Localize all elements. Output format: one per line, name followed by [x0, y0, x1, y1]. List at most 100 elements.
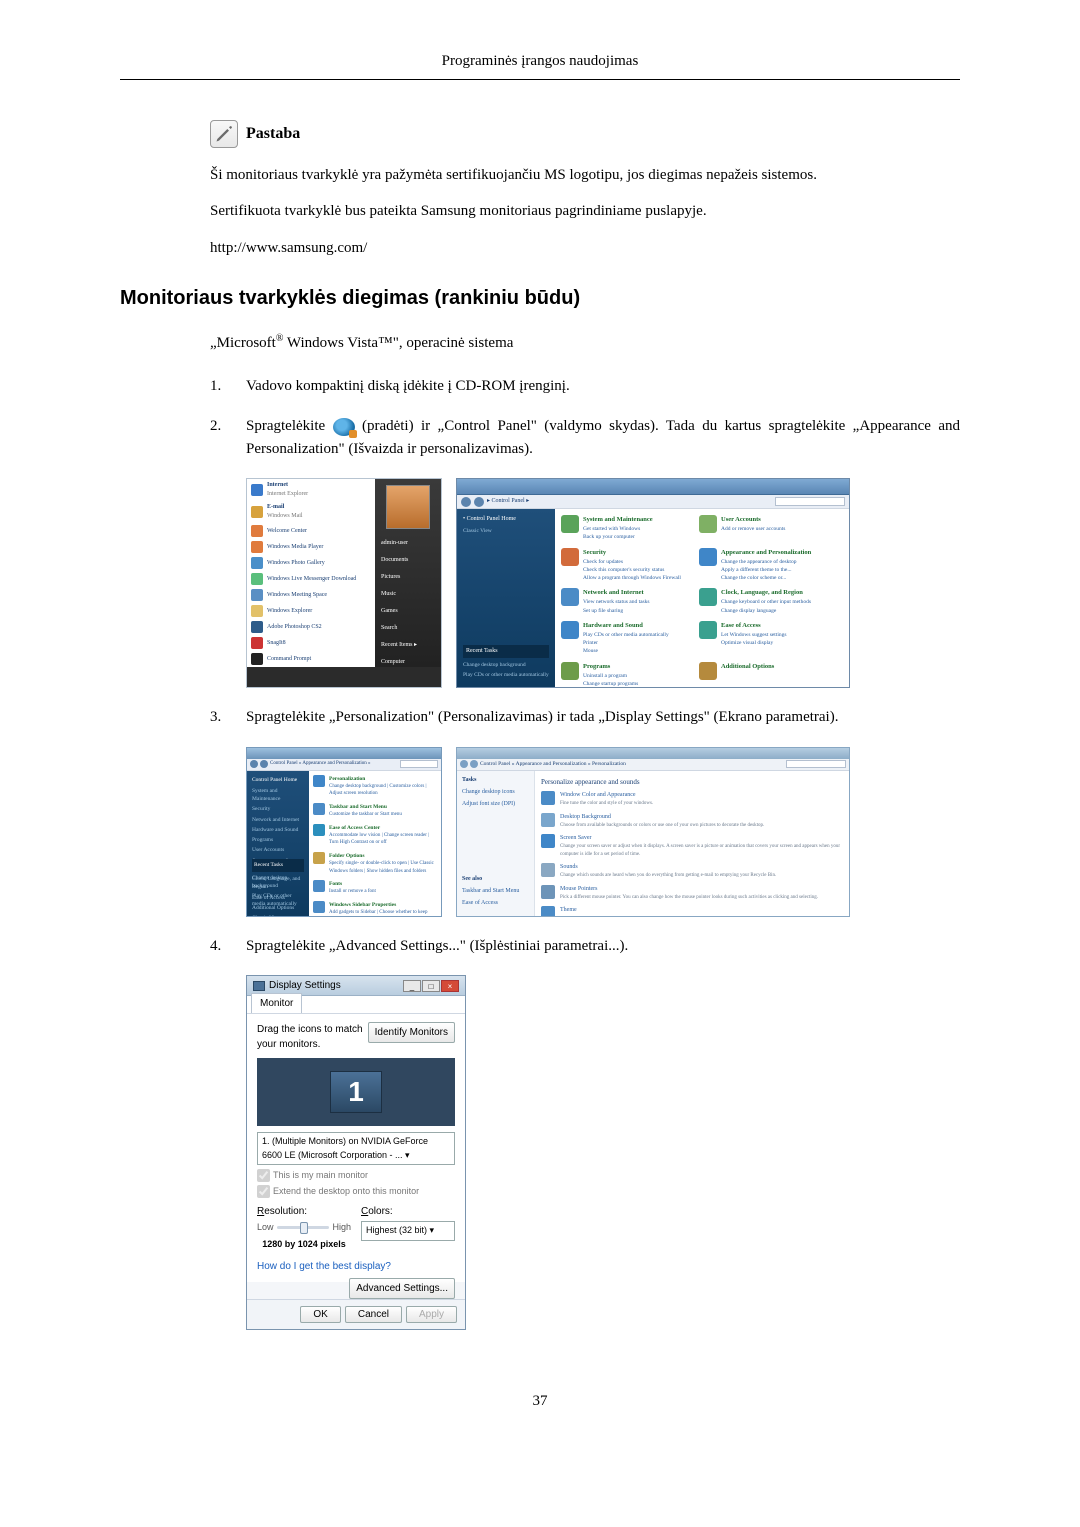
cp-cat-title[interactable]: User Accounts: [721, 516, 761, 523]
cp-category-9[interactable]: Additional Options: [699, 662, 829, 689]
cp-cat-sublink[interactable]: Check for updates: [583, 558, 681, 566]
ap-item-title[interactable]: Fonts: [329, 881, 342, 887]
pr-item-title[interactable]: Sounds: [560, 864, 578, 870]
ds-resolution-slider[interactable]: Low High: [257, 1221, 351, 1235]
start-item-internet[interactable]: InternetInternet Explorer: [247, 479, 377, 501]
cp-cat-title[interactable]: Ease of Access: [721, 622, 761, 629]
pr-item-0[interactable]: Window Color and AppearanceFine tune the…: [541, 791, 843, 808]
cp-cat-sublink[interactable]: Change startup programs: [583, 680, 638, 688]
ap-item-sub[interactable]: Install or remove a font: [329, 888, 376, 896]
cp-category-1[interactable]: User AccountsAdd or remove user accounts: [699, 515, 829, 542]
ap-item-3[interactable]: Folder OptionsSpecify single- or double-…: [313, 852, 437, 875]
ap-side-item-0[interactable]: System and Maintenance: [252, 787, 304, 804]
ap-side-item-2[interactable]: Network and Internet: [252, 816, 304, 824]
cp-nav-fwd-icon[interactable]: [474, 497, 484, 507]
ap-item-2[interactable]: Ease of Access CenterAccommodate low vis…: [313, 824, 437, 847]
pr-item-5[interactable]: ThemeChange the theme. Themes can change…: [541, 906, 843, 917]
cp-cat-sublink[interactable]: Optimize visual display: [721, 639, 787, 647]
pr-see-taskbar[interactable]: Taskbar and Start Menu: [462, 887, 529, 896]
ap-side-item-3[interactable]: Hardware and Sound: [252, 826, 304, 834]
cp-cat-sublink[interactable]: Change the appearance of desktop: [721, 558, 811, 566]
ds-monitor-1[interactable]: 1: [330, 1071, 382, 1113]
cp-cat-sublink[interactable]: Change keyboard or other input methods: [721, 598, 811, 606]
cp-category-8[interactable]: Programs Uninstall a programChange startu…: [561, 662, 691, 689]
cp-cat-title[interactable]: System and Maintenance: [583, 516, 653, 523]
cp-category-5[interactable]: Clock, Language, and Region Change keyboa…: [699, 588, 829, 615]
cp-cat-sublink[interactable]: Change the color scheme or...: [721, 574, 811, 582]
cp-cat-sublink[interactable]: Allow a program through Windows Firewall: [583, 574, 681, 582]
ap-item-title[interactable]: Ease of Access Center: [329, 825, 380, 831]
pr-item-title[interactable]: Window Color and Appearance: [560, 792, 636, 798]
ap-item-title[interactable]: Windows Sidebar Properties: [329, 902, 396, 908]
ap-address-bar[interactable]: Control Panel » Appearance and Personali…: [247, 759, 441, 771]
cp-cat-title[interactable]: Additional Options: [721, 663, 774, 670]
pr-nav-fwd-icon[interactable]: [470, 760, 478, 768]
ap-search-input[interactable]: [400, 760, 438, 768]
ap-side-item-10[interactable]: Classic View: [252, 914, 304, 917]
cp-address-bar[interactable]: ▸ Control Panel ▸: [457, 495, 849, 509]
cp-category-4[interactable]: Network and Internet View network status …: [561, 588, 691, 615]
ds-minimize-button[interactable]: _: [403, 980, 421, 992]
pr-breadcrumb[interactable]: Control Panel » Appearance and Personali…: [480, 760, 626, 768]
cp-cat-sublink[interactable]: Get started with Windows: [583, 525, 653, 533]
ap-side-item-4[interactable]: Programs: [252, 836, 304, 844]
cp-cat-title[interactable]: Network and Internet: [583, 589, 644, 596]
ap-item-title[interactable]: Personalization: [329, 776, 365, 782]
pr-item-title[interactable]: Desktop Background: [560, 814, 611, 820]
start-user-name[interactable]: admin-user: [375, 535, 441, 552]
ap-item-sub[interactable]: Add gadgets to Sidebar | Choose whether …: [329, 909, 437, 917]
cp-cat-sublink[interactable]: Back up your computer: [583, 533, 653, 541]
ds-slider-thumb[interactable]: [300, 1222, 308, 1234]
cp-cat-sublink[interactable]: Uninstall a program: [583, 672, 638, 680]
cp-cat-sublink[interactable]: Let Windows suggest settings: [721, 631, 787, 639]
pr-address-bar[interactable]: Control Panel » Appearance and Personali…: [457, 759, 849, 771]
start-item-explorer[interactable]: Windows Explorer: [247, 603, 377, 619]
ap-recent-2[interactable]: Play CDs or other media automatically: [252, 892, 304, 909]
ds-identify-monitors-button[interactable]: Identify Monitors: [368, 1022, 455, 1043]
start-item-photo[interactable]: Windows Photo Gallery: [247, 555, 377, 571]
pr-item-2[interactable]: Screen SaverChange your screen saver or …: [541, 834, 843, 858]
ap-item-sub[interactable]: Specify single- or double-click to open …: [329, 860, 437, 875]
start-right-games[interactable]: Games: [375, 603, 441, 620]
cp-cat-title[interactable]: Programs: [583, 663, 610, 670]
cp-side-classic[interactable]: Classic View: [463, 527, 549, 535]
cp-cat-title[interactable]: Clock, Language, and Region: [721, 589, 803, 596]
cp-cat-sublink[interactable]: Change display language: [721, 607, 811, 615]
start-item-photoshop[interactable]: Adobe Photoshop CS2: [247, 619, 377, 635]
ap-item-0[interactable]: PersonalizationChange desktop background…: [313, 775, 437, 798]
ap-item-sub[interactable]: Customize the taskbar or Start menu: [329, 811, 402, 819]
ap-item-sub[interactable]: Change desktop background | Customize co…: [329, 783, 437, 798]
pr-task-desktop-icons[interactable]: Change desktop icons: [462, 788, 529, 797]
cp-cat-sublink[interactable]: Check this computer's security status: [583, 566, 681, 574]
cp-cat-sublink[interactable]: View network status and tasks: [583, 598, 650, 606]
cp-cat-title[interactable]: Appearance and Personalization: [721, 549, 811, 556]
cp-search-input[interactable]: [775, 497, 845, 506]
cp-category-0[interactable]: System and Maintenance Get started with W…: [561, 515, 691, 542]
pr-item-title[interactable]: Mouse Pointers: [560, 886, 598, 892]
ap-item-title[interactable]: Taskbar and Start Menu: [329, 804, 387, 810]
start-right-recent[interactable]: Recent Items ▸: [375, 637, 441, 654]
start-item-wmp[interactable]: Windows Media Player: [247, 539, 377, 555]
cp-cat-sublink[interactable]: Apply a different theme to the...: [721, 566, 811, 574]
ap-side-item-5[interactable]: User Accounts: [252, 846, 304, 854]
cp-category-6[interactable]: Hardware and SoundPlay CDs or other medi…: [561, 621, 691, 656]
cp-category-2[interactable]: SecurityCheck for updatesCheck this comp…: [561, 548, 691, 583]
start-item-snagit[interactable]: SnagIt8: [247, 635, 377, 651]
ap-nav-back-icon[interactable]: [250, 760, 258, 768]
start-right-documents[interactable]: Documents: [375, 552, 441, 569]
ap-item-4[interactable]: FontsInstall or remove a font: [313, 880, 437, 896]
ds-monitor-preview[interactable]: 1: [257, 1058, 455, 1126]
cp-recent-2[interactable]: Play CDs or other media automatically: [463, 671, 549, 679]
cp-cat-sublink[interactable]: Play CDs or other media automatically: [583, 631, 669, 639]
ds-monitor-select[interactable]: 1. (Multiple Monitors) on NVIDIA GeForce…: [257, 1132, 455, 1165]
pr-item-1[interactable]: Desktop BackgroundChoose from available …: [541, 813, 843, 830]
ds-help-link[interactable]: How do I get the best display?: [257, 1259, 391, 1274]
cp-recent-1[interactable]: Change desktop background: [463, 661, 549, 669]
start-item-meeting[interactable]: Windows Meeting Space: [247, 587, 377, 603]
ds-advanced-settings-button[interactable]: Advanced Settings...: [349, 1278, 455, 1299]
pr-search-input[interactable]: [786, 760, 846, 768]
ap-nav-fwd-icon[interactable]: [260, 760, 268, 768]
ds-ok-button[interactable]: OK: [300, 1306, 340, 1323]
ds-close-button[interactable]: ×: [441, 980, 459, 992]
cp-category-3[interactable]: Appearance and Personalization Change the…: [699, 548, 829, 583]
